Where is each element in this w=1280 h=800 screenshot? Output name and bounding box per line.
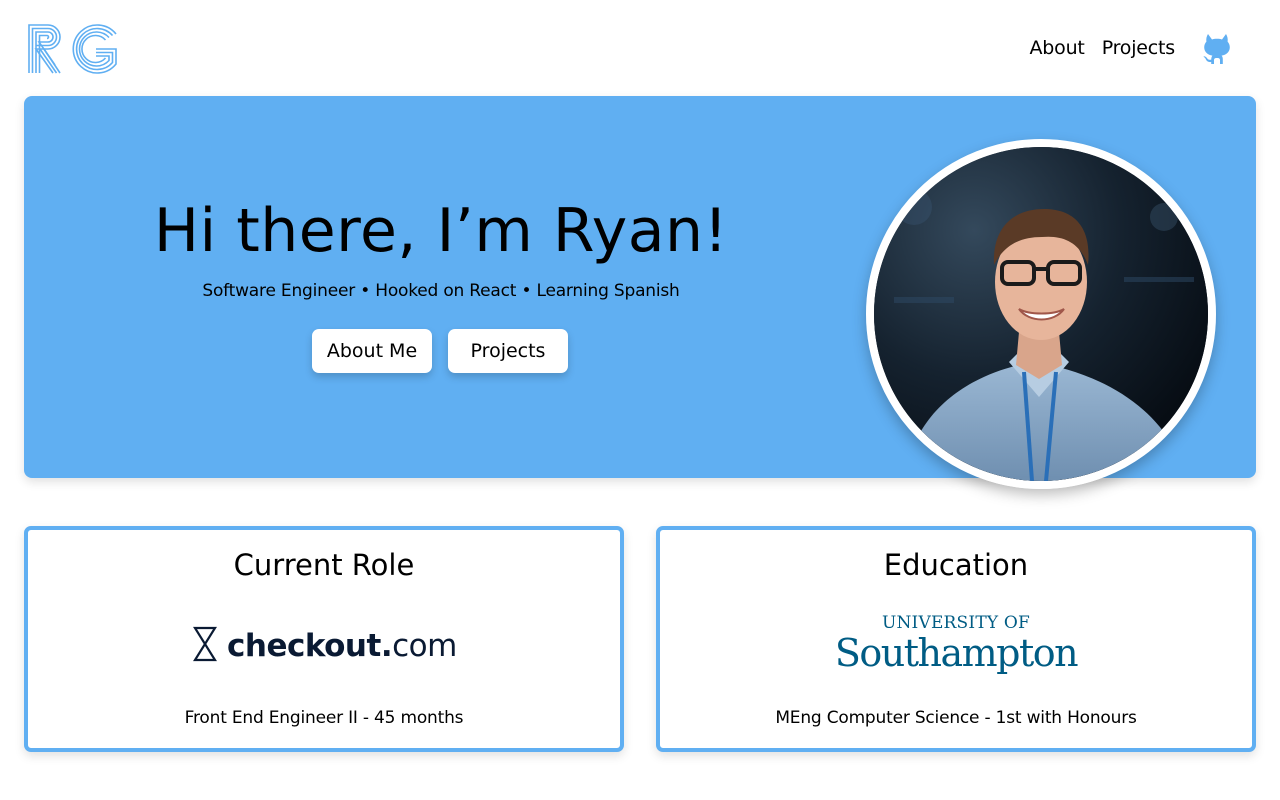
current-role-title: Current Role [233,548,415,582]
hero-banner: Hi there, I’m Ryan! Software Engineer • … [24,96,1256,489]
svg-text:Southampton: Southampton [835,631,1078,674]
profile-photo [866,139,1216,489]
southampton-logo-mark: UNIVERSITY OF Southampton [835,614,1080,674]
svg-text:checkout.com: checkout.com [227,628,455,664]
education-card: Education UNIVERSITY OF Southampton MEng… [656,526,1256,752]
main-nav: About Projects [1013,32,1233,64]
rg-logo[interactable] [26,22,120,74]
projects-button[interactable]: Projects [448,329,568,373]
page: About Projects Hi there, I’m Ryan! Softw… [0,0,1280,800]
hero-buttons: About Me Projects [24,329,856,373]
about-me-button[interactable]: About Me [312,329,432,373]
current-role-card: Current Role checkout.com Front End Engi… [24,526,624,752]
nav-link-about[interactable]: About [1030,34,1085,62]
southampton-logo: UNIVERSITY OF Southampton [660,612,1252,676]
education-description: MEng Computer Science - 1st with Honours [775,708,1137,728]
github-icon[interactable] [1202,32,1232,64]
site-header: About Projects [0,0,1280,96]
profile-photo-illustration [874,147,1208,481]
checkout-logo: checkout.com [28,612,620,676]
current-role-description: Front End Engineer II - 45 months [184,708,464,728]
nav-link-projects[interactable]: Projects [1102,34,1176,62]
hero-subtitle: Software Engineer • Hooked on React • Le… [202,281,680,301]
hero-title: Hi there, I’m Ryan! [153,196,729,266]
checkout-logo-mark: checkout.com [193,626,455,664]
education-title: Education [883,548,1029,582]
